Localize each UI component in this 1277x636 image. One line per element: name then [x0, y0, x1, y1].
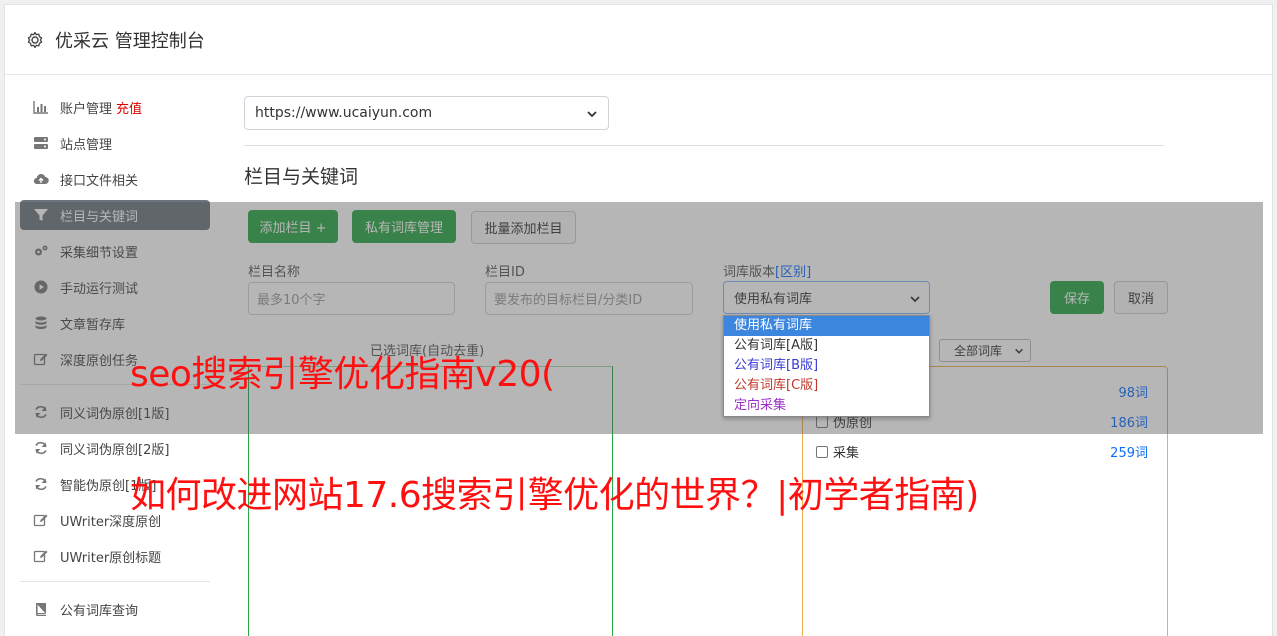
sidebar-item-sites[interactable]: 站点管理 — [20, 128, 210, 158]
watermark-line-1: seo搜索引擎优化指南v20( — [130, 354, 555, 395]
library-row-label: 采集 — [833, 446, 860, 461]
page-title: 优采云 管理控制台 — [55, 30, 205, 52]
book-icon — [32, 602, 50, 616]
divider — [244, 145, 1164, 146]
recharge-link[interactable]: 充值 — [116, 98, 142, 117]
sidebar-item-synonym-v2[interactable]: 同义词伪原创[2版] — [20, 433, 210, 463]
sidebar-item-public-lib[interactable]: 公有词库查询 — [20, 594, 210, 624]
version-option-public-a[interactable]: 公有词库[A版] — [724, 336, 929, 356]
cloud-upload-icon — [32, 172, 50, 186]
sidebar-item-label: 接口文件相关 — [60, 173, 139, 189]
library-row-count: 259词 — [1110, 446, 1148, 461]
bar-chart-icon — [32, 100, 50, 114]
sidebar-item-label: 站点管理 — [60, 137, 113, 153]
sidebar-item-label: UWriter原创标题 — [60, 550, 162, 566]
library-row[interactable]: 采集 259词 — [816, 442, 1148, 461]
section-title: 栏目与关键词 — [244, 166, 359, 188]
version-option-private[interactable]: 使用私有词库 — [724, 316, 929, 336]
edit-icon — [32, 513, 50, 527]
sidebar-item-label: 公有词库查询 — [60, 603, 139, 619]
sidebar-item-uwriter-title[interactable]: UWriter原创标题 — [20, 541, 210, 571]
console-header: 优采云 管理控制台 — [5, 5, 1272, 75]
version-option-public-b[interactable]: 公有词库[B版] — [724, 356, 929, 376]
library-version-dropdown: 使用私有词库 公有词库[A版] 公有词库[B版] 公有词库[C版] 定向采集 — [723, 315, 930, 417]
sidebar-item-account[interactable]: 账户管理 充值 — [20, 92, 210, 122]
sidebar-item-label: 同义词伪原创[2版] — [60, 442, 170, 458]
edit-icon — [32, 549, 50, 563]
watermark-line-2: 如何改进网站17.6搜索引擎优化的世界？|初学者指南) — [130, 475, 979, 516]
refresh-icon — [32, 477, 50, 491]
gear-icon — [25, 30, 45, 50]
sidebar-item-api-files[interactable]: 接口文件相关 — [20, 164, 210, 194]
refresh-icon — [32, 441, 50, 455]
chevron-down-icon — [587, 111, 597, 118]
modal-backdrop — [15, 202, 1263, 434]
site-select-value: https://www.ucaiyun.com — [255, 105, 433, 121]
sidebar-item-label: 账户管理 — [60, 101, 113, 117]
library-checkbox[interactable] — [816, 445, 828, 458]
site-select[interactable]: https://www.ucaiyun.com — [244, 96, 609, 130]
sidebar-divider — [20, 581, 210, 582]
version-option-public-c[interactable]: 公有词库[C版] — [724, 376, 929, 396]
server-icon — [32, 136, 50, 150]
version-option-targeted[interactable]: 定向采集 — [724, 396, 929, 416]
